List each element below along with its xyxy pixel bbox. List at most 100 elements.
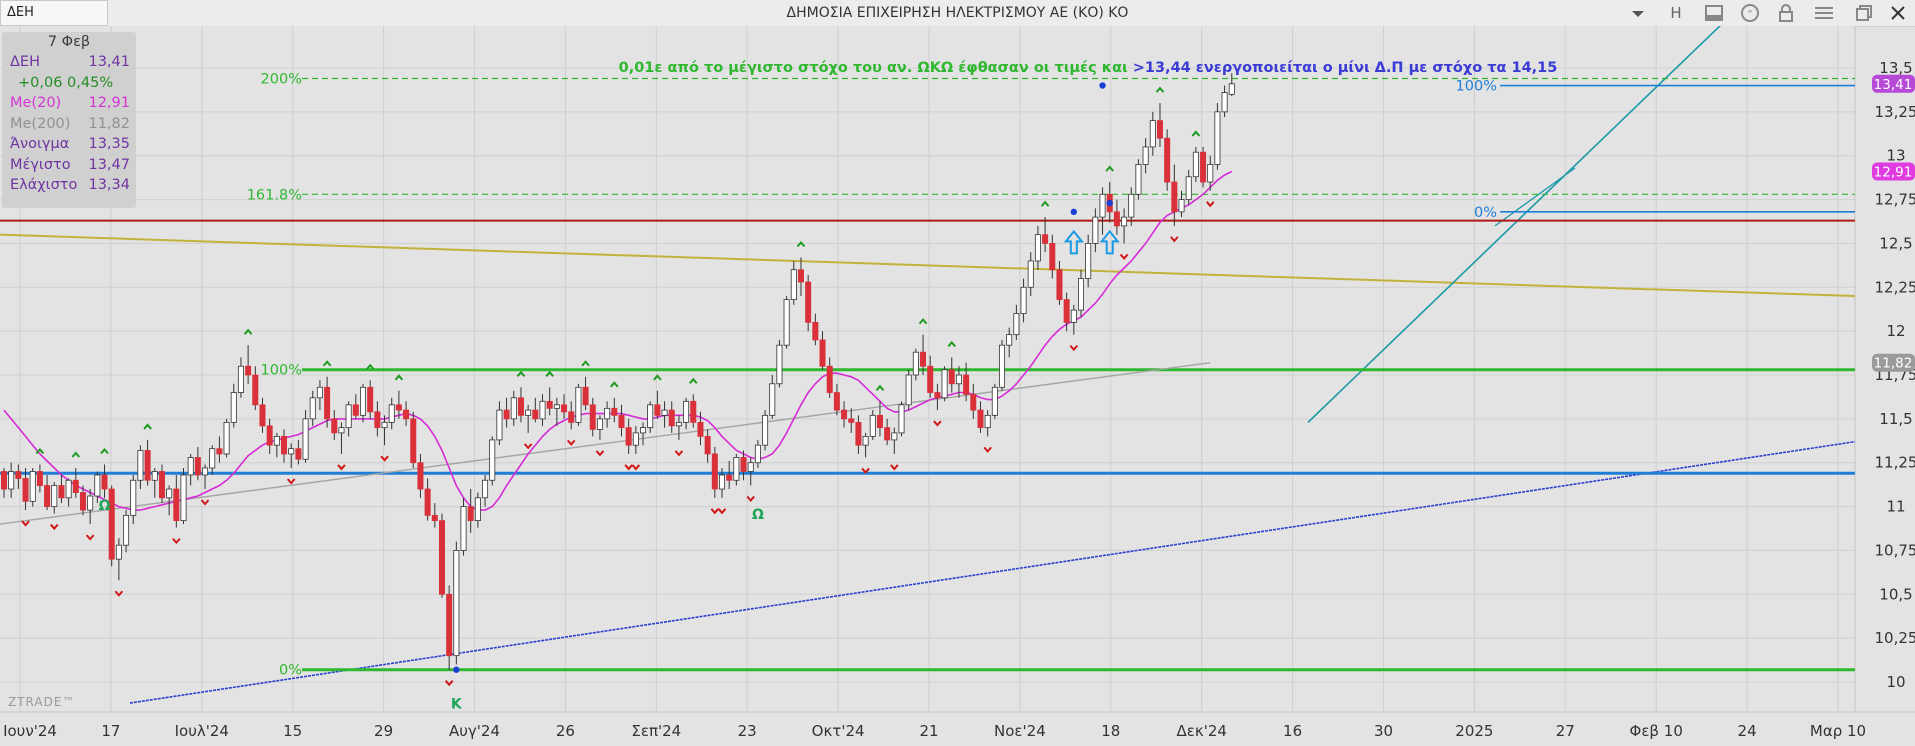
candle-body (984, 414, 991, 429)
candle-body (690, 400, 697, 423)
candle-body (1013, 313, 1020, 336)
price-badge-label: 13,41 (1874, 77, 1913, 93)
candle-body (733, 457, 740, 481)
anchor-dot (1070, 208, 1078, 216)
x-tick-label: 21 (919, 722, 938, 740)
x-tick-label: 27 (1556, 722, 1575, 740)
candle-body (783, 299, 790, 346)
x-tick-label: Αυγ'24 (449, 722, 500, 740)
candle-body (776, 344, 783, 385)
candle-body (1207, 164, 1214, 183)
candle-body (388, 404, 395, 423)
title-bar: ΔΕΗ ΔΗΜΟΣΙΑ ΕΠΙΧΕΙΡΗΣΗ ΗΛΕΚΤΡΙΣΜΟΥ ΑΕ (Κ… (0, 0, 1915, 27)
candle-body (15, 471, 22, 479)
info-label: Me(200) (10, 115, 71, 132)
candle-body (647, 404, 654, 429)
y-tick-label: 10 (1886, 673, 1905, 691)
candle-body (905, 374, 912, 406)
candle-body (194, 457, 201, 476)
candle-body (1221, 92, 1228, 113)
panel-icon[interactable] (1700, 0, 1728, 26)
y-tick-label: 13,25 (1875, 103, 1915, 121)
restore-icon[interactable] (1850, 0, 1878, 26)
candle-body (898, 404, 905, 434)
candle-body (22, 478, 29, 502)
info-row: Μέγιστο 13,47 (10, 157, 130, 177)
x-tick-label: 18 (1101, 722, 1120, 740)
y-tick-label: 12,75 (1875, 191, 1915, 209)
candle-body (891, 432, 898, 441)
candle-body (668, 409, 675, 427)
candle-body (1214, 111, 1221, 165)
candle-body (711, 453, 718, 490)
candle-body (65, 479, 72, 499)
candle-body (381, 421, 388, 429)
candle-body (539, 400, 546, 420)
candle-body (474, 497, 481, 522)
candle-body (977, 409, 984, 429)
h-button[interactable]: H (1662, 0, 1690, 26)
close-icon[interactable] (1884, 0, 1912, 26)
lock-icon[interactable] (1772, 0, 1800, 26)
candle-body (395, 404, 402, 411)
candle-body (510, 397, 517, 420)
candle-body (546, 400, 553, 409)
menu-icon[interactable] (1810, 0, 1838, 26)
x-tick-label: Ιουλ'24 (175, 722, 229, 740)
candle-body (209, 448, 216, 469)
candle-body (819, 339, 826, 367)
candle-body (740, 457, 747, 472)
candle-body (144, 450, 151, 481)
candle-body (79, 492, 86, 511)
info-label: +0,06 0,45% (18, 74, 114, 91)
candle-body (618, 414, 625, 429)
candle-body (58, 485, 65, 499)
candle-body (8, 471, 15, 490)
fib-level-label: 100% (261, 363, 302, 379)
x-tick-label: 17 (101, 722, 120, 740)
candle-body (790, 269, 797, 300)
x-tick-label: Μαρ 10 (1810, 722, 1866, 740)
candle-body (805, 281, 812, 323)
y-tick-label: 12 (1886, 322, 1905, 340)
fib-secondary-label: 0% (1474, 205, 1497, 221)
candle-body (1049, 243, 1056, 271)
candle-body (137, 450, 144, 481)
info-label: ΔΕΗ (10, 54, 40, 70)
candle-body (625, 427, 632, 446)
candle-body (259, 404, 266, 427)
symbol-input[interactable]: ΔΕΗ (0, 0, 108, 26)
candle-body (955, 374, 962, 385)
y-tick-label: 10,75 (1875, 541, 1915, 559)
y-tick-label: 13 (1886, 147, 1905, 165)
candle-body (503, 409, 510, 420)
candle-body (338, 427, 345, 434)
chevron-down-icon[interactable] (1624, 0, 1652, 26)
candle-body (532, 409, 539, 420)
info-date: 7 Φεβ (47, 34, 91, 50)
info-row: Me(200) 11,82 (10, 116, 130, 136)
watermark: ZTRADE™ (8, 695, 75, 709)
annotation-green-text: 0,01ε από το μέγιστο στόχο του αν. ΩΚΩ έ… (619, 60, 1133, 76)
candle-body (963, 374, 970, 395)
candle-body (1192, 151, 1199, 178)
candle-body (223, 421, 230, 455)
candle-body (130, 479, 137, 516)
candle-body (855, 421, 862, 446)
candle-body (1113, 211, 1120, 227)
info-row: +0,06 0,45% (10, 75, 130, 95)
candle-body (1034, 234, 1041, 262)
quote-icon[interactable]: " (1736, 0, 1764, 26)
candle-body (252, 374, 259, 406)
price-chart[interactable]: Ιουν'24 17 Ιουλ'24 15 29 Αυγ'24 26 Σεπ'24 23 Οκτ'… (0, 26, 1915, 746)
candle-body (1156, 120, 1163, 139)
candle-body (1063, 299, 1070, 323)
x-tick-label: Σεπ'24 (631, 722, 681, 740)
candle-body (44, 485, 51, 507)
y-tick-label: 13,5 (1879, 59, 1912, 77)
candle-body (273, 435, 280, 446)
candle-body (1171, 181, 1178, 213)
candle-body (302, 418, 309, 460)
y-tick-label: 11,25 (1875, 454, 1915, 472)
candle-body (525, 409, 532, 416)
